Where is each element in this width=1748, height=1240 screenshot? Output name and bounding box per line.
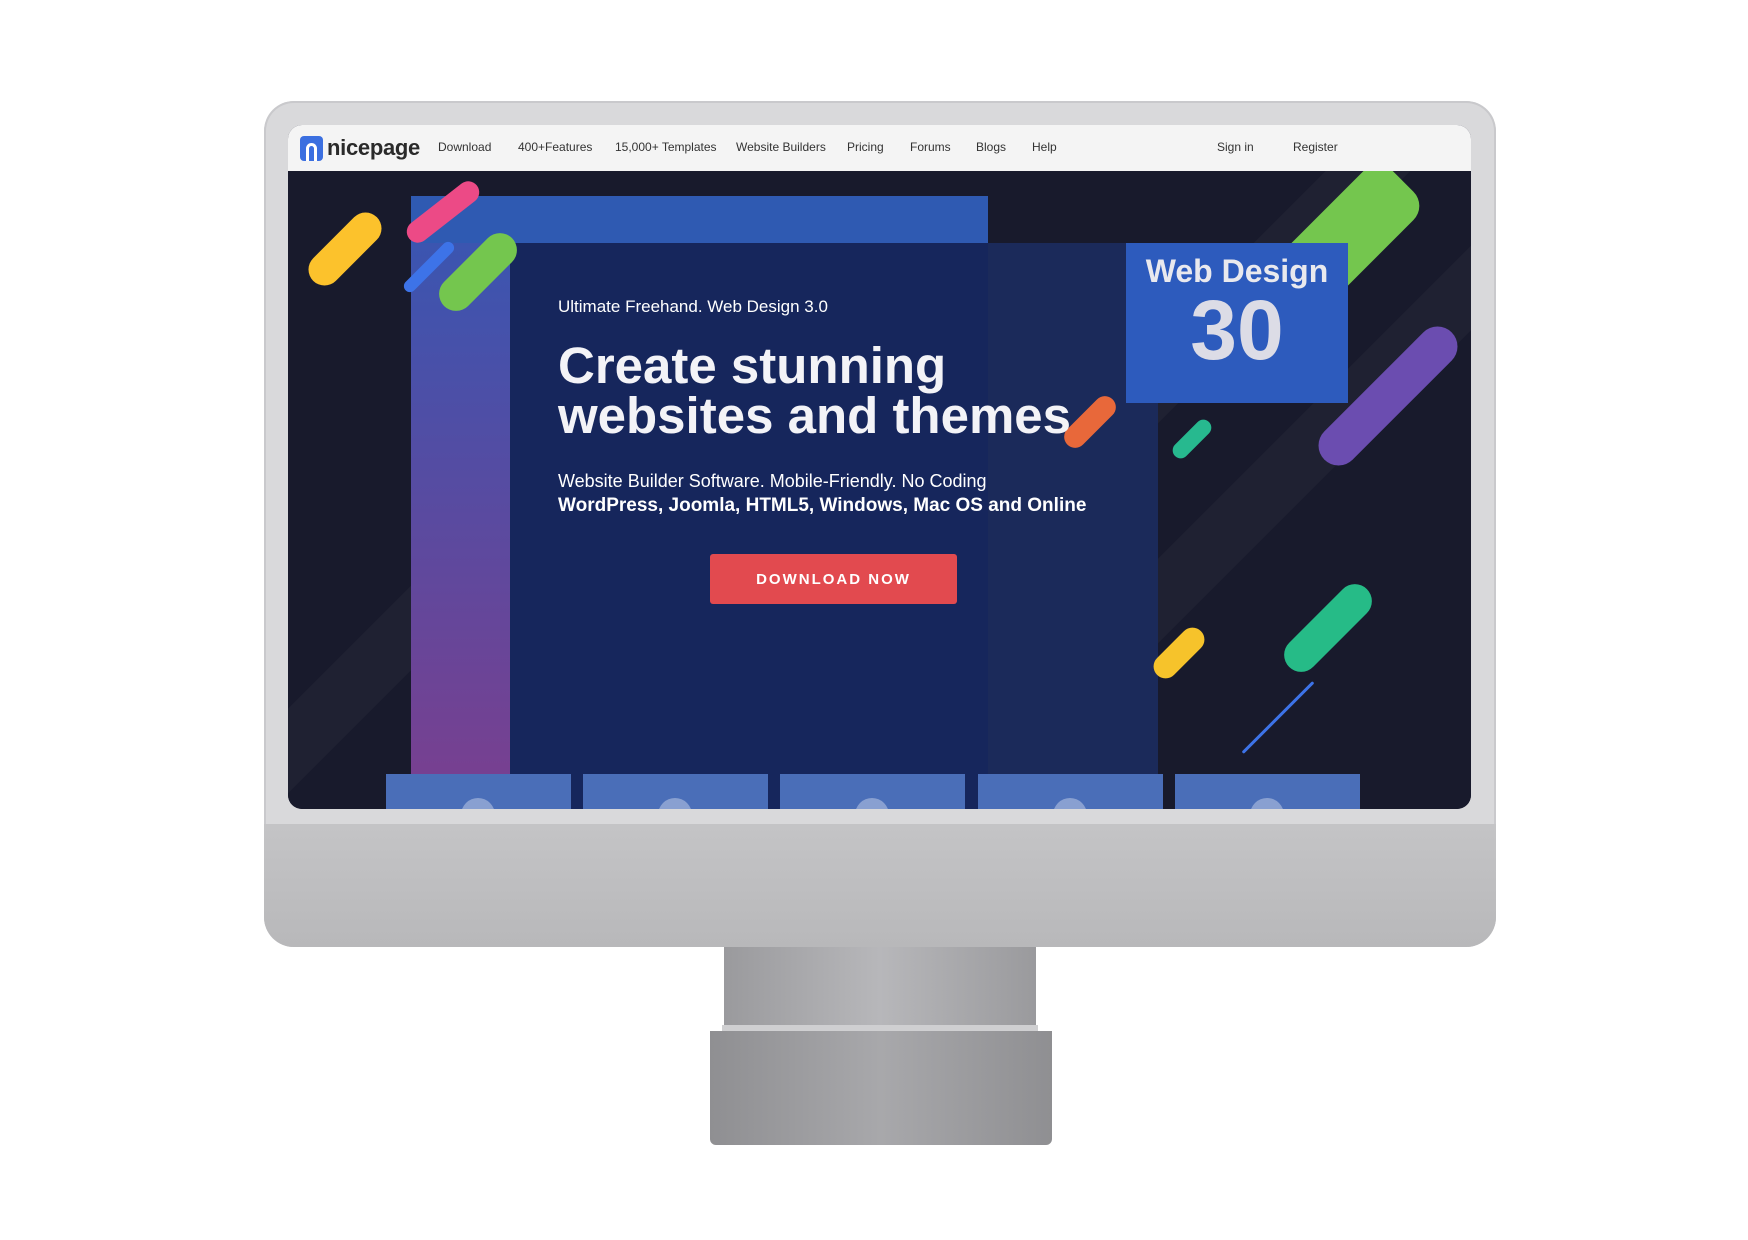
hero-subtitle: Website Builder Software. Mobile-Friendl… [558, 471, 987, 491]
wordpress-icon [855, 798, 889, 809]
download-now-button[interactable]: DOWNLOAD NOW [710, 554, 957, 604]
nav-templates[interactable]: 15,000+ Templates [615, 140, 717, 154]
nav-website-builders[interactable]: Website Builders [736, 140, 826, 154]
nav-help[interactable]: Help [1032, 140, 1057, 154]
hero-section: Web Design 30 Ultimate Freehand. Web Des… [288, 171, 1471, 809]
platform-tile[interactable] [583, 774, 768, 809]
decor-blue-line [1241, 681, 1315, 754]
globe-icon [1250, 798, 1284, 809]
stand-base [710, 1031, 1052, 1145]
nav-features[interactable]: 400+Features [518, 140, 592, 154]
hero-platforms: WordPress, Joomla, HTML5, Windows, Mac O… [558, 495, 1087, 516]
web-design-badge: Web Design 30 [1126, 243, 1348, 403]
headline-line-2: websites and themes [558, 387, 1072, 444]
windows-icon [461, 798, 495, 809]
monitor-frame: nicepage Download 400+Features 15,000+ T… [264, 101, 1496, 947]
decor-teal-pill [1169, 416, 1215, 462]
top-navigation: nicepage Download 400+Features 15,000+ T… [288, 125, 1471, 171]
nav-download[interactable]: Download [438, 140, 491, 154]
decor-yellow-pill [301, 205, 389, 293]
platform-tile[interactable] [1175, 774, 1360, 809]
screen: nicepage Download 400+Features 15,000+ T… [288, 125, 1471, 809]
apple-icon [658, 798, 692, 809]
nicepage-logo-icon [300, 135, 323, 161]
hero-eyebrow: Ultimate Freehand. Web Design 3.0 [558, 297, 828, 316]
platform-tile[interactable] [978, 774, 1163, 809]
hero-headline: Create stunning websites and themes [558, 337, 1118, 444]
nav-pricing[interactable]: Pricing [847, 140, 884, 154]
decor-green-pill-2 [1277, 577, 1379, 679]
stand-neck [724, 947, 1036, 1027]
brand-name: nicepage [327, 135, 420, 160]
platform-tile[interactable] [386, 774, 571, 809]
nav-blogs[interactable]: Blogs [976, 140, 1006, 154]
decor-gradient-strip [411, 243, 510, 803]
nav-sign-in[interactable]: Sign in [1217, 140, 1254, 154]
nav-register[interactable]: Register [1293, 140, 1338, 154]
badge-number: 30 [1190, 283, 1284, 377]
joomla-icon [1053, 798, 1087, 809]
platform-tile[interactable] [780, 774, 965, 809]
brand-logo[interactable]: nicepage [300, 135, 420, 161]
headline-line-1: Create stunning [558, 337, 947, 394]
nav-forums[interactable]: Forums [910, 140, 951, 154]
monitor-chin [264, 824, 1496, 947]
